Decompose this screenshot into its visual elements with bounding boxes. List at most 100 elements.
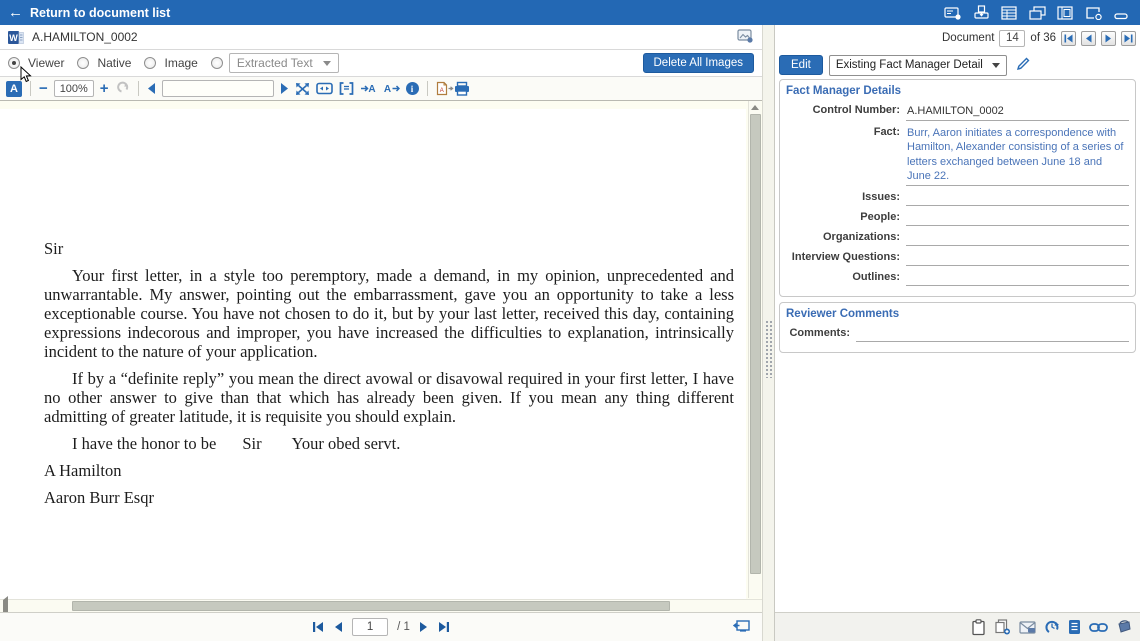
zoom-level-input[interactable] <box>54 80 94 97</box>
outlines-field: Outlines: <box>786 268 1129 286</box>
link-icon[interactable] <box>1089 622 1108 633</box>
svg-text:A: A <box>439 88 443 94</box>
page-navigation-bar: / 1 <box>0 612 762 641</box>
translate-from-icon[interactable]: A <box>360 82 377 95</box>
document-total-label: of 36 <box>1030 32 1056 44</box>
viewer-toolbar: A − + A <box>0 77 762 101</box>
toolbar-separator <box>427 81 428 96</box>
print-to-pdf-icon[interactable]: A <box>436 81 470 96</box>
horizontal-scrollbar[interactable] <box>0 599 762 612</box>
image-radio[interactable] <box>144 57 156 69</box>
imaging-profile-icon[interactable] <box>737 29 754 46</box>
layout-panels-icon[interactable] <box>1056 5 1074 20</box>
image-radio-label[interactable]: Image <box>164 56 197 70</box>
addressee: Aaron Burr Esqr <box>44 488 734 507</box>
paragraph-1: Your first letter, in a style too peremp… <box>44 266 734 361</box>
history-icon[interactable] <box>1044 619 1060 635</box>
vertical-scrollbar[interactable] <box>748 101 761 598</box>
native-radio-label[interactable]: Native <box>97 56 131 70</box>
document-card-icon[interactable] <box>944 5 962 20</box>
collapse-bar-icon[interactable] <box>1112 5 1130 20</box>
dropdown-arrow-icon <box>992 63 1000 68</box>
translate-to-icon[interactable]: A <box>383 82 400 95</box>
extracted-text: Sir Your first letter, in a style too pe… <box>0 109 740 507</box>
toolbar-separator <box>30 81 31 96</box>
scroll-up-arrow[interactable] <box>749 101 761 113</box>
layout-dropdown-value: Existing Fact Manager Detail <box>836 59 983 71</box>
fit-width-icon[interactable] <box>316 82 333 95</box>
document-review-app: ← Return to document list <box>0 0 1140 641</box>
document-viewer: Sir Your first letter, in a style too pe… <box>0 101 762 612</box>
notes-document-icon[interactable] <box>1068 619 1081 635</box>
reviewer-comments-title: Reviewer Comments <box>786 308 1129 320</box>
last-document-button[interactable] <box>1121 31 1136 46</box>
next-page-button[interactable] <box>419 621 429 633</box>
reset-rotation-icon[interactable] <box>115 80 130 97</box>
svg-text:W: W <box>9 33 18 43</box>
fact-manager-details-section: Fact Manager Details Control Number: A.H… <box>779 79 1136 297</box>
topbar-icon-group <box>944 5 1140 20</box>
info-icon[interactable]: i <box>406 82 419 95</box>
svg-text:A: A <box>383 84 390 95</box>
cascade-windows-icon[interactable] <box>1028 5 1046 20</box>
standalone-viewer-icon[interactable] <box>733 619 750 637</box>
people-field: People: <box>786 208 1129 226</box>
coding-pane: Document of 36 Edit Existing Fact Manage… <box>775 25 1140 641</box>
interview-questions-field: Interview Questions: <box>786 248 1129 266</box>
last-page-button[interactable] <box>438 621 450 633</box>
fit-page-icon[interactable] <box>339 82 354 95</box>
salutation: Sir <box>44 239 734 258</box>
issues-field: Issues: <box>786 188 1129 206</box>
next-document-button[interactable] <box>1101 31 1116 46</box>
zoom-out-button[interactable]: − <box>39 81 48 96</box>
popout-window-icon[interactable] <box>1084 5 1102 20</box>
save-image-icon[interactable] <box>972 5 990 20</box>
layout-selector-row: Edit Existing Fact Manager Detail <box>775 51 1140 79</box>
fullscreen-icon[interactable] <box>295 82 310 96</box>
signature: A Hamilton <box>44 461 734 480</box>
previous-hit-button[interactable] <box>147 83 156 94</box>
vertical-scroll-thumb[interactable] <box>750 114 761 574</box>
return-to-document-list-button[interactable]: ← Return to document list <box>0 5 170 20</box>
page-number-input[interactable] <box>352 618 388 636</box>
viewer-radio-label[interactable]: Viewer <box>28 56 64 70</box>
organizations-field: Organizations: <box>786 228 1129 246</box>
edit-layout-pencil-icon[interactable] <box>1015 56 1031 75</box>
panel-footer-toolbar <box>775 612 1140 641</box>
document-number-input[interactable] <box>999 30 1025 47</box>
previous-document-button[interactable] <box>1081 31 1096 46</box>
viewer-radio[interactable] <box>8 57 20 69</box>
splitter-grip-icon[interactable] <box>765 320 773 378</box>
svg-text:A: A <box>368 84 375 95</box>
scroll-left-arrow[interactable] <box>3 596 8 612</box>
pane-splitter[interactable] <box>762 25 775 641</box>
closing-line: I have the honor to beSirYour obed servt… <box>44 434 734 453</box>
next-hit-button[interactable] <box>280 83 289 94</box>
previous-page-button[interactable] <box>333 621 343 633</box>
horizontal-scroll-thumb[interactable] <box>72 601 670 611</box>
fact-field: Fact: Burr, Aaron initiates a correspond… <box>786 123 1129 186</box>
edit-button-top[interactable]: Edit <box>779 55 823 75</box>
paragraph-2: If by a “definite reply” you mean the di… <box>44 369 734 426</box>
text-options-icon[interactable]: A <box>6 81 22 97</box>
document-header: W A.HAMILTON_0002 <box>0 25 762 50</box>
zoom-in-button[interactable]: + <box>100 81 109 96</box>
related-items-grid-icon[interactable] <box>1000 5 1018 20</box>
first-document-button[interactable] <box>1061 31 1076 46</box>
native-radio[interactable] <box>77 57 89 69</box>
layout-dropdown[interactable]: Existing Fact Manager Detail <box>829 55 1007 76</box>
toolbar-separator <box>138 81 139 96</box>
document-title: A.HAMILTON_0002 <box>32 30 138 44</box>
delete-bucket-icon[interactable] <box>1116 620 1132 635</box>
copy-document-icon[interactable] <box>994 619 1011 635</box>
fact-manager-details-title: Fact Manager Details <box>786 85 1129 97</box>
first-page-button[interactable] <box>312 621 324 633</box>
viewer-search-input[interactable] <box>162 80 274 97</box>
email-icon[interactable] <box>1019 621 1036 634</box>
extracted-text-dropdown[interactable]: Extracted Text <box>229 53 339 73</box>
top-bar: ← Return to document list <box>0 0 1140 25</box>
copy-to-clipboard-icon[interactable] <box>971 619 986 636</box>
delete-all-images-button[interactable]: Delete All Images <box>643 53 755 73</box>
text-mode-radio[interactable] <box>211 57 223 69</box>
document-page: Sir Your first letter, in a style too pe… <box>0 109 746 612</box>
